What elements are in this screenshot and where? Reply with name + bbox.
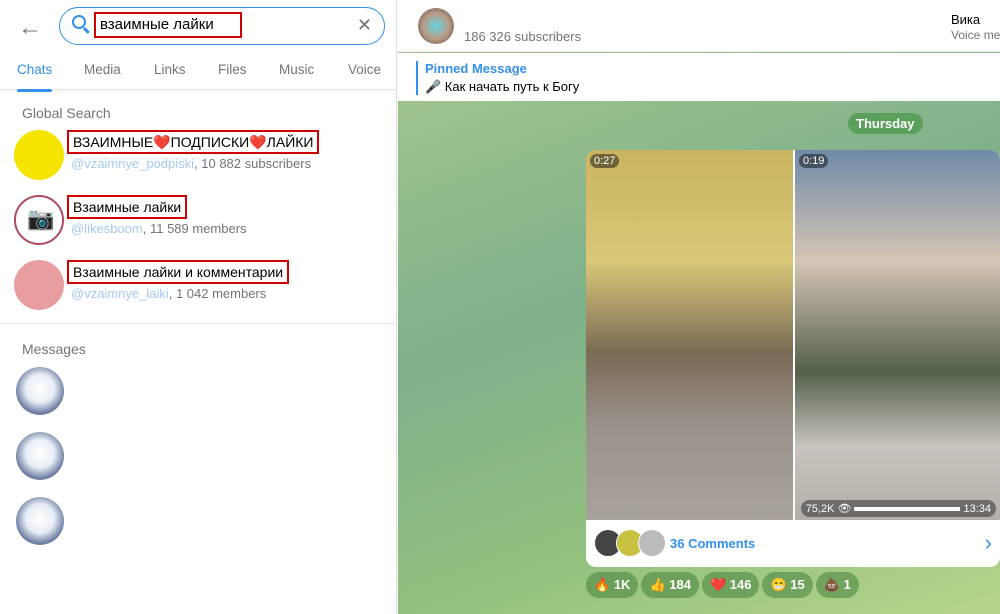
subscriber-count: 186 326 subscribers: [464, 29, 582, 44]
result-title: Взаимные лайки и комментарии: [67, 260, 290, 284]
result-handle: @vzaimnye_podpiski: [71, 156, 195, 171]
global-search-heading: Global Search: [22, 105, 111, 121]
pinned-text: 🎤 Как начать путь к Богу: [425, 79, 580, 94]
tab-links[interactable]: Links: [154, 62, 186, 77]
search-result[interactable]: 📷 Взаимные лайки @likesboom, 11 589 memb…: [14, 195, 394, 251]
search-box[interactable]: взаимные лайки ✕: [59, 7, 385, 45]
tab-files[interactable]: Files: [218, 62, 247, 77]
divider: [0, 323, 397, 324]
chevron-right-icon: ›: [984, 530, 992, 555]
video-duration: 0:19: [799, 154, 829, 168]
result-count: , 11 589 members: [142, 221, 247, 236]
reaction-poop[interactable]: 💩 1: [815, 572, 859, 598]
avatar: 📷: [14, 195, 64, 245]
reaction-fire[interactable]: 🔥 1K: [586, 572, 639, 598]
channel-post: 0:27 0:19 75,2K 👁 13:34 36 Comments ›: [586, 150, 1000, 567]
reaction-heart[interactable]: ❤️ 146: [701, 572, 760, 598]
redacted-author: [854, 507, 961, 512]
clear-search-icon[interactable]: ✕: [357, 15, 372, 36]
message-avatar[interactable]: [16, 367, 64, 415]
reactions: 🔥 1K 👍 184 ❤️ 146 😁 15 💩 1: [586, 572, 862, 598]
avatar: [14, 260, 64, 310]
message-avatar[interactable]: [16, 497, 64, 545]
comments-count: 36 Comments: [670, 536, 756, 551]
chat-header[interactable]: 186 326 subscribers Вика Voice me: [398, 0, 1000, 52]
tab-voice[interactable]: Voice: [348, 62, 381, 77]
result-handle: @vzaimnye_laiki: [71, 286, 169, 301]
result-title: Взаимные лайки: [67, 195, 188, 219]
reaction-grin[interactable]: 😁 15: [762, 572, 813, 598]
pinned-title: Pinned Message: [425, 61, 527, 76]
video-duration: 0:27: [590, 154, 620, 168]
messages-heading: Messages: [22, 341, 86, 357]
video-thumbnail[interactable]: 0:27: [586, 150, 793, 520]
audio-author: Вика: [951, 12, 981, 27]
search-result[interactable]: Взаимные лайки и комментарии @vzaimnye_l…: [14, 260, 394, 316]
search-result[interactable]: ВЗАИМНЫЕ❤️ПОДПИСКИ❤️ЛАЙКИ @vzaimnye_podp…: [14, 130, 394, 186]
post-meta: 75,2K 👁 13:34: [800, 500, 996, 517]
video-thumbnail[interactable]: 0:19: [795, 150, 1000, 520]
comments-button[interactable]: 36 Comments ›: [586, 520, 1000, 567]
left-panel: ← взаимные лайки ✕ Chats Media Links Fil…: [0, 0, 397, 614]
pinned-bar: [416, 61, 418, 95]
eye-icon: 👁: [837, 503, 852, 515]
tab-chats[interactable]: Chats: [17, 62, 53, 92]
result-count: , 1 042 members: [168, 286, 267, 301]
chat-panel: 186 326 subscribers Вика Voice me Pinned…: [398, 0, 1000, 614]
date-badge: Thursday: [848, 113, 923, 134]
camera-icon: 📷: [27, 206, 55, 231]
channel-avatar[interactable]: [418, 8, 454, 44]
result-title: ВЗАИМНЫЕ❤️ПОДПИСКИ❤️ЛАЙКИ: [67, 130, 320, 154]
pinned-message[interactable]: Pinned Message 🎤 Как начать путь к Богу: [398, 53, 1000, 101]
back-arrow-icon[interactable]: ←: [18, 14, 42, 42]
tab-music[interactable]: Music: [279, 62, 314, 77]
avatar: [14, 130, 64, 180]
result-handle: @likesboom: [71, 221, 143, 236]
search-input[interactable]: взаимные лайки: [94, 12, 242, 38]
audio-status: Voice me: [951, 28, 1000, 42]
reaction-thumbs-up[interactable]: 👍 184: [641, 572, 699, 598]
commenter-avatar: [638, 529, 666, 557]
search-icon: [72, 15, 86, 29]
message-avatar[interactable]: [16, 432, 64, 480]
result-count: , 10 882 subscribers: [194, 156, 312, 171]
tab-media[interactable]: Media: [84, 62, 121, 77]
search-tabs: Chats Media Links Files Music Voice: [0, 52, 397, 92]
view-count: 75,2K: [805, 503, 835, 515]
post-time: 13:34: [963, 503, 991, 515]
